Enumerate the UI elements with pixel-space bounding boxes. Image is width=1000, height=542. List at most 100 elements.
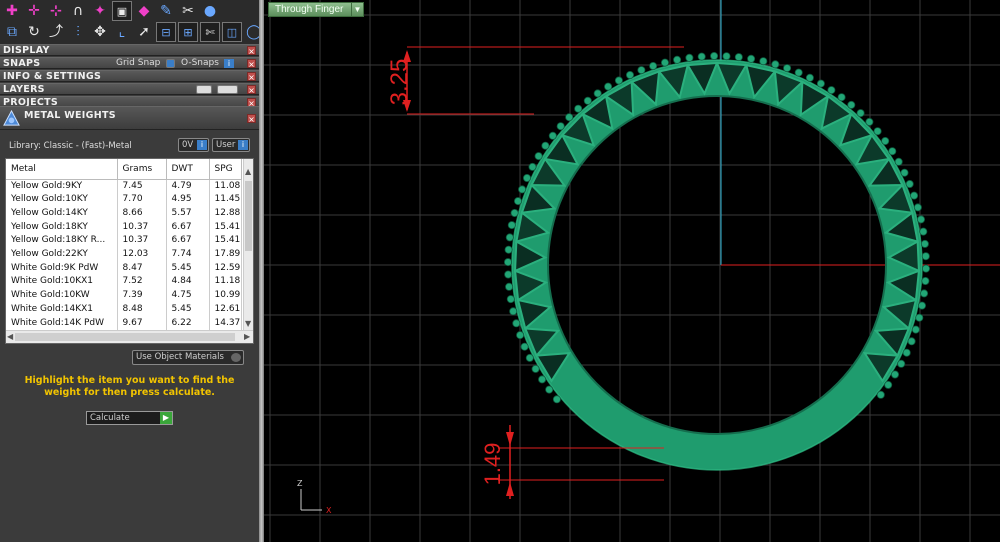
close-icon[interactable]: ×: [247, 114, 256, 124]
scroll-left-icon[interactable]: ◀: [7, 332, 13, 342]
table-row[interactable]: Yellow Gold:10KY 7.70 4.95 11.45: [6, 193, 242, 207]
snapshot-icon[interactable]: ▣: [112, 1, 132, 21]
bead-stone: [625, 71, 634, 80]
bead-stone: [534, 152, 543, 161]
close-icon[interactable]: ×: [247, 59, 256, 69]
ruler-icon[interactable]: ✂: [178, 1, 198, 21]
corner-icon[interactable]: ⌞: [112, 22, 132, 42]
star-transform-icon[interactable]: ✦: [90, 1, 110, 21]
bead-stone: [518, 185, 527, 194]
curve-icon[interactable]: ∩: [68, 1, 88, 21]
table-row[interactable]: Yellow Gold:22KY 12.03 7.74 17.89: [6, 248, 242, 262]
section-snaps-title: SNAPS: [3, 58, 41, 69]
line-plus-icon[interactable]: ⊹: [46, 1, 66, 21]
table-row[interactable]: Yellow Gold:9KY 7.45 4.79 11.08: [6, 179, 242, 194]
curve-edit-icon[interactable]: ⤴: [46, 22, 66, 42]
bead-stone: [913, 203, 922, 212]
cell-spg: 15.41: [209, 234, 242, 249]
bead-stone: [548, 131, 557, 140]
move-plus-icon[interactable]: ✚: [2, 1, 22, 21]
col-header-dwt[interactable]: DWT: [166, 159, 210, 180]
cube-icon[interactable]: ◆: [134, 1, 154, 21]
bead-stone: [722, 52, 731, 61]
3d-viewport[interactable]: 3.25 1.49 Z X Through Finger ▼: [264, 0, 1000, 542]
metal-weights-header[interactable]: METAL WEIGHTS ×: [0, 106, 259, 130]
table-row[interactable]: White Gold:10KW 7.39 4.75 10.99: [6, 289, 242, 303]
bead-stone: [759, 57, 768, 66]
section-display-title: DISPLAY: [3, 45, 50, 56]
section-info-settings[interactable]: INFO & SETTINGS ×: [0, 70, 259, 82]
section-snaps[interactable]: SNAPS Grid Snap O-Snaps i ×: [0, 57, 259, 69]
offset-icon[interactable]: ◫: [222, 22, 242, 42]
pattern-icon[interactable]: ⫶: [68, 22, 88, 42]
eye-icon[interactable]: [217, 85, 238, 94]
mirror-icon[interactable]: ⊟: [156, 22, 176, 42]
bead-stone: [865, 117, 874, 126]
move-icon[interactable]: ✥: [90, 22, 110, 42]
axis-x-label: X: [326, 506, 332, 515]
scroll-up-icon[interactable]: ▲: [245, 167, 251, 177]
boolean-icon[interactable]: ⧉: [2, 22, 22, 42]
scroll-right-icon[interactable]: ▶: [244, 332, 250, 342]
col-header-grams[interactable]: Grams: [117, 159, 167, 180]
scroll-down-icon[interactable]: ▼: [245, 319, 251, 329]
use-object-materials-button[interactable]: Use Object Materials: [132, 350, 244, 365]
grid-snap-indicator[interactable]: [166, 59, 175, 68]
cell-grams: 9.67: [117, 316, 167, 331]
table-row[interactable]: Yellow Gold:18KY 10.37 6.67 15.41: [6, 220, 242, 235]
cell-metal: White Gold:14KX1: [6, 302, 118, 317]
bead-stone: [837, 93, 846, 102]
bead-stone: [888, 147, 897, 156]
viewport-canvas[interactable]: 3.25 1.49 Z X: [264, 0, 1000, 542]
cell-grams: 12.03: [117, 248, 167, 262]
info-icon[interactable]: i: [224, 59, 234, 68]
cell-dwt: 4.79: [166, 179, 210, 194]
bead-stone: [649, 62, 658, 71]
calculate-button[interactable]: Calculate ▶: [86, 411, 173, 425]
cell-metal: White Gold:10KW: [6, 289, 118, 303]
table-row[interactable]: Yellow Gold:14KY 8.66 5.57 12.88: [6, 206, 242, 221]
arrow-up-icon[interactable]: ➚: [134, 22, 154, 42]
sphere-icon[interactable]: ●: [200, 1, 220, 21]
cell-metal: White Gold:9K PdW: [6, 261, 118, 276]
bead-stone: [905, 179, 914, 188]
table-row[interactable]: White Gold:9K PdW 8.47 5.45 12.59: [6, 261, 242, 276]
table-row[interactable]: White Gold:10KX1 7.52 4.84 11.18: [6, 275, 242, 290]
scroll-thumb[interactable]: [15, 333, 235, 341]
cell-dwt: 6.67: [166, 234, 210, 249]
section-display[interactable]: DISPLAY ×: [0, 44, 259, 56]
cell-dwt: 5.57: [166, 206, 210, 221]
section-layers[interactable]: LAYERS ×: [0, 83, 259, 95]
table-row[interactable]: Yellow Gold:18KY R... 10.37 6.67 15.41: [6, 234, 242, 249]
view-mode-dropdown[interactable]: Through Finger ▼: [268, 2, 364, 17]
pencil-icon[interactable]: ✎: [156, 1, 176, 21]
scissors-icon[interactable]: ✄: [200, 22, 220, 42]
scroll-thumb[interactable]: [245, 181, 252, 251]
bead-stone: [910, 191, 919, 200]
metal-weights-table[interactable]: Metal Grams DWT SPG Yellow Gold:9KY 7.45 4…: [5, 158, 254, 344]
arc-icon[interactable]: ↻: [24, 22, 44, 42]
bead-stone: [556, 122, 565, 131]
osnaps-toggle[interactable]: O-Snaps: [181, 58, 219, 69]
grid-snap-toggle[interactable]: Grid Snap: [116, 58, 160, 69]
ov-button[interactable]: 0V i: [178, 138, 209, 152]
cell-grams: 10.37: [117, 234, 167, 249]
close-icon[interactable]: ×: [247, 85, 256, 95]
cell-grams: 7.45: [117, 179, 167, 194]
user-button[interactable]: User i: [212, 138, 250, 152]
layer-visibility-icon[interactable]: [196, 85, 212, 94]
scale-plus-icon[interactable]: ✛: [24, 1, 44, 21]
close-icon[interactable]: ×: [247, 72, 256, 82]
col-header-spg[interactable]: SPG: [209, 159, 242, 180]
bead-stone: [512, 319, 521, 328]
vertical-scrollbar[interactable]: ▲ ▼: [243, 159, 253, 331]
table-row[interactable]: White Gold:14KX1 8.48 5.45 12.61: [6, 302, 242, 317]
library-label: Library: Classic - (Fast)-Metal: [9, 141, 132, 151]
table-row[interactable]: White Gold:14K PdW 9.67 6.22 14.37: [6, 316, 242, 331]
bead-stone: [565, 113, 574, 122]
align-icon[interactable]: ⊞: [178, 22, 198, 42]
bead-stone: [891, 370, 900, 379]
horizontal-scrollbar[interactable]: ◀ ▶: [6, 330, 253, 343]
close-icon[interactable]: ×: [247, 46, 256, 56]
col-header-metal[interactable]: Metal: [6, 159, 118, 180]
